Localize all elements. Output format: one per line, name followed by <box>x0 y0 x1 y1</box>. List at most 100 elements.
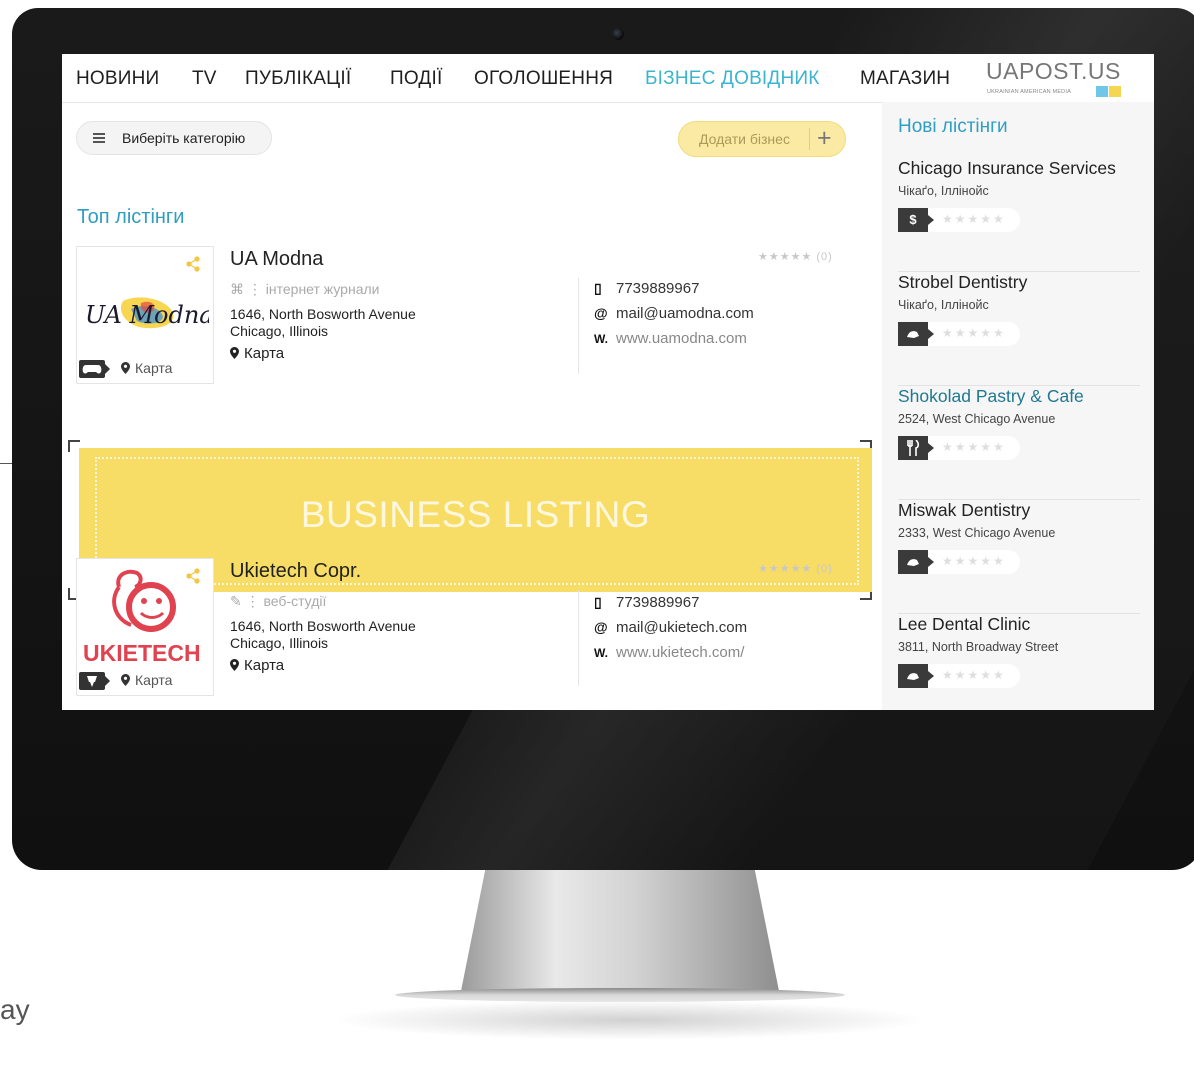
sidebar-listing-location: 3811, North Broadway Street <box>898 640 1059 654</box>
email-value: mail@uamodna.com <box>616 305 754 322</box>
listing-card: UA Modna Карта UA Modna ⌘ ⋮ інтернет жур… <box>76 246 846 388</box>
nav-item-news[interactable]: НОВИНИ <box>76 68 159 90</box>
listing-map-link[interactable]: Карта <box>230 657 284 674</box>
share-icon[interactable] <box>185 256 201 272</box>
web-icon: W. <box>594 332 608 346</box>
rating-stars: ★★★★★ <box>942 440 1006 454</box>
add-business-button[interactable]: Додати бізнес + <box>678 121 846 157</box>
category-select-button[interactable]: Виберіть категорію <box>76 121 272 155</box>
sidebar-listing-badge: $ ★★★★★ <box>898 208 1020 232</box>
nav-item-publications[interactable]: ПУБЛІКАЦІЇ <box>245 68 351 90</box>
logo-text: UAPOST.US <box>986 58 1121 84</box>
dollar-icon: $ <box>898 208 934 232</box>
listing-email[interactable]: @ mail@ukietech.com <box>594 619 747 636</box>
email-value: mail@ukietech.com <box>616 619 748 636</box>
sidebar-listing-location: 2333, West Chicago Avenue <box>898 526 1056 540</box>
listing-title[interactable]: Ukietech Copr. <box>230 560 361 583</box>
divider <box>578 590 579 686</box>
ukietech-logo-art: UKIETECH <box>83 569 201 666</box>
nav-item-events[interactable]: ПОДІЇ <box>390 68 442 90</box>
menu-icon <box>93 133 105 143</box>
listing-address: 1646, North Bosworth Avenue Chicago, Ill… <box>230 306 416 340</box>
map-pin-icon <box>121 674 130 686</box>
dental-icon <box>898 322 934 346</box>
listing-category[interactable]: ✎ ⋮ веб-студії <box>230 593 326 610</box>
listing-map-link[interactable]: Карта <box>230 345 284 362</box>
listing-phone[interactable]: ▯ 7739889967 <box>594 594 699 611</box>
sidebar-listing-name[interactable]: Miswak Dentistry <box>898 500 1030 521</box>
logo-subtitle: UKRAINIAN AMERICAN MEDIA <box>987 89 1071 95</box>
phone-icon: ▯ <box>594 594 602 610</box>
sidebar-listing-badge: ★★★★★ <box>898 322 1020 346</box>
site-logo[interactable]: UAPOST.US UKRAINIAN AMERICAN MEDIA <box>986 58 1126 98</box>
sidebar-listing-name[interactable]: Strobel Dentistry <box>898 272 1027 293</box>
listing-card: UKIETECH Карта Ukietech Copr. ✎ ⋮ веб-ст… <box>76 558 846 700</box>
web-studio-icon <box>79 672 110 690</box>
cropped-caption: ay <box>0 994 30 1025</box>
sidebar-listing[interactable]: Shokolad Pastry & Cafe 2524, West Chicag… <box>898 386 1140 500</box>
listing-logo[interactable]: UA Modna Карта <box>76 246 214 384</box>
nav-item-ads[interactable]: ОГОЛОШЕННЯ <box>474 68 613 90</box>
nav-item-tv[interactable]: TV <box>192 68 217 90</box>
nav-item-business-directory[interactable]: БІЗНЕС ДОВІДНИК <box>645 68 820 90</box>
dental-icon <box>898 550 934 574</box>
sidebar-title: Нові лістінги <box>898 116 1008 137</box>
listing-website[interactable]: W. www.ukietech.com/ <box>594 644 744 661</box>
nav-item-shop[interactable]: МАГАЗИН <box>860 68 950 90</box>
screen: НОВИНИ TV ПУБЛІКАЦІЇ ПОДІЇ ОГОЛОШЕННЯ БІ… <box>62 54 1154 710</box>
map-pin-icon <box>121 362 130 374</box>
phone-value: 7739889967 <box>616 280 700 297</box>
plus-icon: + <box>817 124 832 152</box>
listing-website[interactable]: W. www.uamodna.com <box>594 330 747 347</box>
sidebar-listing-location: Чікаґо, Іллінойс <box>898 298 989 312</box>
logo-square-blue <box>1096 86 1108 97</box>
map-link-label: Карта <box>135 360 173 376</box>
map-link-label: Карта <box>135 672 173 688</box>
website-value: www.ukietech.com/ <box>616 644 745 661</box>
main-content: Виберіть категорію Додати бізнес + Топ л… <box>62 102 882 710</box>
logo-square-yellow <box>1109 86 1121 97</box>
rating-stars: ★★★★★ <box>942 668 1006 682</box>
sidebar-listing-name[interactable]: Chicago Insurance Services <box>898 158 1116 179</box>
listing-phone[interactable]: ▯ 7739889967 <box>594 280 699 297</box>
gamepad-icon <box>79 360 110 378</box>
sidebar-listing-badge: ★★★★★ <box>898 664 1020 688</box>
at-icon: @ <box>594 305 608 321</box>
web-icon: W. <box>594 646 608 660</box>
sidebar-listing[interactable]: Lee Dental Clinic 3811, North Broadway S… <box>898 614 1140 710</box>
address-line-2: Chicago, Illinois <box>230 635 329 651</box>
monitor-stand-base <box>395 988 845 1002</box>
sidebar-new-listings: Нові лістінги Chicago Insurance Services… <box>882 102 1154 710</box>
map-link[interactable]: Карта <box>121 360 172 376</box>
listing-rating: ★★★★★ (0) <box>758 563 833 575</box>
logo-text-ukietech: UKIETECH <box>83 640 201 666</box>
address-line-1: 1646, North Bosworth Avenue <box>230 306 416 322</box>
sidebar-listing[interactable]: Miswak Dentistry 2333, West Chicago Aven… <box>898 500 1140 614</box>
sidebar-listing-name[interactable]: Lee Dental Clinic <box>898 614 1030 635</box>
listing-category[interactable]: ⌘ ⋮ інтернет журнали <box>230 281 379 298</box>
listing-email[interactable]: @ mail@uamodna.com <box>594 305 754 322</box>
stand-shadow <box>330 1000 930 1040</box>
listing-title[interactable]: UA Modna <box>230 248 323 271</box>
map-pin-icon <box>230 347 239 359</box>
listing-category-label: веб-студії <box>263 593 327 609</box>
sidebar-listing-badge: ★★★★★ <box>898 436 1020 460</box>
divider <box>578 278 579 374</box>
address-line-1: 1646, North Bosworth Avenue <box>230 618 416 634</box>
map-link[interactable]: Карта <box>121 672 172 688</box>
listing-category-label: інтернет журнали <box>265 281 380 297</box>
monitor-stand <box>460 868 780 996</box>
address-line-2: Chicago, Illinois <box>230 323 329 339</box>
top-nav: НОВИНИ TV ПУБЛІКАЦІЇ ПОДІЇ ОГОЛОШЕННЯ БІ… <box>62 54 1154 103</box>
listing-rating: ★★★★★ (0) <box>758 251 833 263</box>
dental-icon <box>898 664 934 688</box>
sidebar-listing[interactable]: Chicago Insurance Services Чікаґо, Іллін… <box>898 158 1140 272</box>
section-title: Топ лістінги <box>77 206 185 228</box>
web-studio-icon: ✎ ⋮ <box>230 593 264 609</box>
logo-text-ua-modna: UA Modna <box>85 301 209 329</box>
listing-logo[interactable]: UKIETECH Карта <box>76 558 214 696</box>
sidebar-listing[interactable]: Strobel Dentistry Чікаґо, Іллінойс ★★★★★ <box>898 272 1140 386</box>
sidebar-listing-name[interactable]: Shokolad Pastry & Cafe <box>898 386 1084 407</box>
logo-footer: Карта <box>77 357 213 379</box>
at-icon: @ <box>594 619 608 635</box>
